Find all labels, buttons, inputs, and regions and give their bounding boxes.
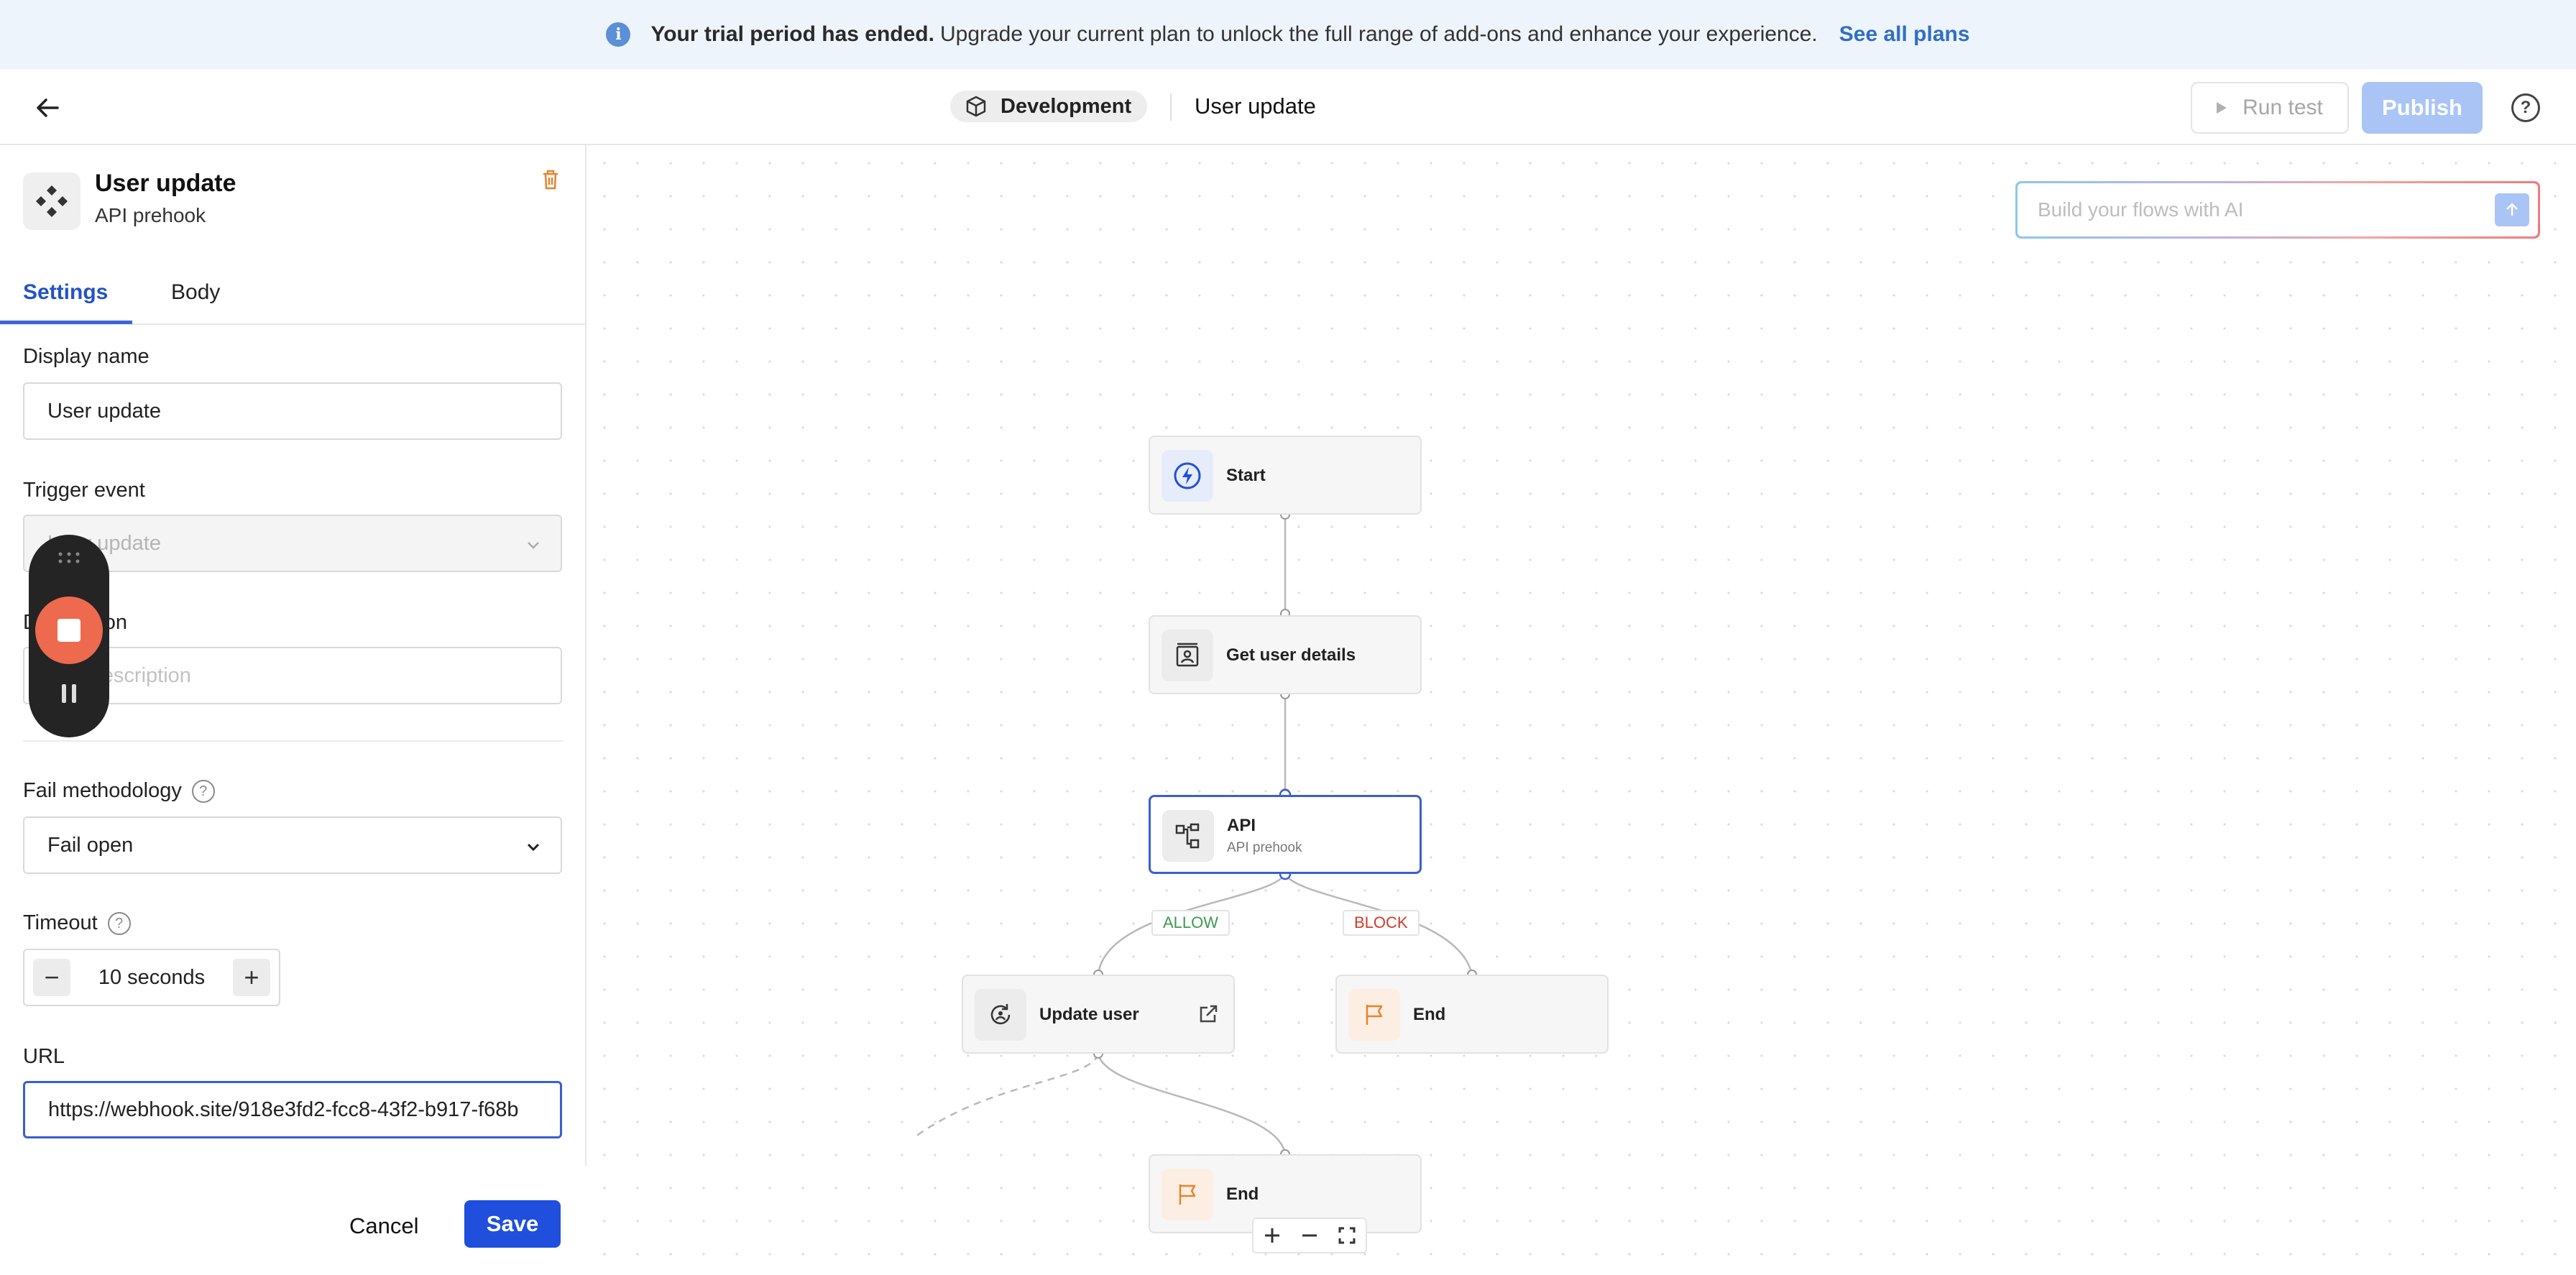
stop-icon xyxy=(58,619,80,642)
node-end-allow-label: End xyxy=(1226,1184,1259,1204)
url-input[interactable]: https://webhook.site/918e3fd2-fcc8-43f2-… xyxy=(23,1081,562,1138)
panel-footer: Cancel Save xyxy=(0,1166,586,1275)
environment-pill[interactable]: Development xyxy=(950,91,1148,122)
pause-icon[interactable] xyxy=(59,683,79,704)
flow-title: User update xyxy=(1195,93,1316,119)
top-bar: Development User update Run test Publish… xyxy=(0,69,2576,145)
user-card-icon xyxy=(1162,630,1213,681)
timeout-stepper: − 10 seconds + xyxy=(23,949,280,1006)
display-name-label: Display name xyxy=(23,345,150,368)
see-all-plans-link[interactable]: See all plans xyxy=(1839,22,1970,47)
help-icon[interactable]: ? xyxy=(2511,93,2540,122)
header-divider xyxy=(1170,93,1172,121)
fail-methodology-select[interactable]: Fail open xyxy=(23,816,562,874)
lightning-icon xyxy=(1162,450,1213,502)
run-test-button[interactable]: Run test xyxy=(2191,82,2349,134)
decrement-button[interactable]: − xyxy=(33,959,70,996)
play-icon xyxy=(2217,102,2227,114)
timeout-value: 10 seconds xyxy=(98,965,206,989)
banner-text: Upgrade your current plan to unlock the … xyxy=(939,22,1818,46)
flag-icon xyxy=(1162,1169,1213,1220)
edge-label-allow: ALLOW xyxy=(1151,910,1230,936)
node-start[interactable]: Start xyxy=(1149,436,1422,515)
node-end-block-label: End xyxy=(1413,1005,1446,1024)
chevron-down-icon xyxy=(528,542,539,549)
cancel-button[interactable]: Cancel xyxy=(349,1213,419,1239)
back-arrow-icon[interactable] xyxy=(33,93,62,122)
edge-label-block: BLOCK xyxy=(1343,910,1420,936)
flow-edges xyxy=(912,510,1477,1159)
zoom-controls xyxy=(1252,1218,1367,1253)
panel-tabs: Settings Body xyxy=(0,262,586,325)
active-tab-underline xyxy=(0,321,132,324)
stop-recording-button[interactable] xyxy=(35,597,103,664)
fit-view-icon[interactable] xyxy=(1338,1226,1356,1245)
flow-canvas[interactable]: Build your flows with AI ALLOW BLOCK Sta… xyxy=(588,147,2576,1275)
tab-body[interactable]: Body xyxy=(171,280,220,305)
zoom-in-icon[interactable] xyxy=(1263,1226,1282,1245)
api-node-icon xyxy=(23,172,80,230)
fail-methodology-value: Fail open xyxy=(47,833,134,857)
node-api[interactable]: API API prehook xyxy=(1149,795,1422,874)
fail-methodology-text: Fail methodology xyxy=(23,779,182,802)
increment-button[interactable]: + xyxy=(233,959,270,996)
node-get-user-details-label: Get user details xyxy=(1226,645,1356,665)
trash-icon[interactable] xyxy=(540,168,561,191)
environment-label: Development xyxy=(1000,94,1132,118)
url-value: https://webhook.site/918e3fd2-fcc8-43f2-… xyxy=(48,1097,519,1121)
banner-bold-text: Your trial period has ended. xyxy=(650,22,934,46)
node-update-user-label: Update user xyxy=(1039,1005,1139,1024)
zoom-out-icon[interactable] xyxy=(1300,1226,1319,1245)
panel-subtitle: API prehook xyxy=(95,204,206,226)
fail-methodology-label: Fail methodology? xyxy=(23,779,215,804)
chevron-down-icon xyxy=(527,843,540,852)
timeout-text: Timeout xyxy=(23,911,98,934)
trigger-event-label: Trigger event xyxy=(23,479,145,502)
external-link-icon[interactable] xyxy=(1197,1003,1219,1025)
timeout-label: Timeout? xyxy=(23,911,131,936)
url-label: URL xyxy=(23,1045,65,1068)
node-update-user[interactable]: Update user xyxy=(962,975,1235,1054)
panel-title: User update xyxy=(95,170,236,197)
drag-handle-icon[interactable] xyxy=(58,551,80,565)
tab-settings[interactable]: Settings xyxy=(23,280,108,305)
display-name-value: User update xyxy=(47,399,161,423)
publish-button[interactable]: Publish xyxy=(2362,82,2483,134)
api-hook-icon xyxy=(1162,810,1214,862)
question-circle-icon[interactable]: ? xyxy=(191,780,215,804)
node-api-sublabel: API prehook xyxy=(1227,840,1302,855)
run-test-label: Run test xyxy=(2242,96,2323,119)
refresh-user-icon xyxy=(975,989,1026,1041)
screen-recorder-widget xyxy=(29,535,109,737)
question-circle-icon[interactable]: ? xyxy=(107,912,131,936)
info-icon: i xyxy=(606,22,631,47)
section-divider xyxy=(23,740,564,742)
node-get-user-details[interactable]: Get user details xyxy=(1149,615,1422,694)
trial-banner: i Your trial period has ended. Upgrade y… xyxy=(0,0,2576,69)
display-name-input[interactable]: User update xyxy=(23,382,562,440)
cube-icon xyxy=(966,96,986,117)
flag-icon xyxy=(1348,989,1400,1041)
save-button[interactable]: Save xyxy=(464,1200,561,1248)
node-start-label: Start xyxy=(1226,466,1266,485)
node-api-label: API xyxy=(1227,816,1256,835)
node-end-block[interactable]: End xyxy=(1335,975,1609,1054)
